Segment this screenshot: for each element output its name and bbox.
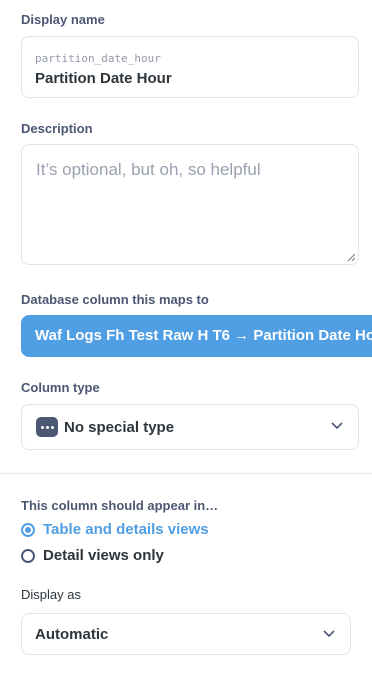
resize-handle-icon[interactable]: [347, 253, 355, 261]
radio-selected-icon[interactable]: [21, 523, 35, 537]
db-column-mapping-text: Waf Logs Fh Test Raw H T6 → Partition Da…: [35, 327, 372, 344]
radio-unselected-icon[interactable]: [21, 549, 35, 563]
display-as-value: Automatic: [35, 626, 109, 643]
display-name-label: Display name: [21, 12, 105, 27]
ellipsis-icon: [36, 417, 58, 437]
column-type-select[interactable]: No special type: [21, 404, 359, 450]
display-as-label: Display as: [21, 587, 81, 602]
db-column-label: Database column this maps to: [21, 292, 209, 307]
description-placeholder: It’s optional, but oh, so helpful: [36, 160, 261, 179]
visibility-label: This column should appear in…: [21, 498, 219, 513]
chevron-down-icon: [331, 422, 343, 430]
db-column-mapping-button[interactable]: Waf Logs Fh Test Raw H T6 → Partition Da…: [21, 315, 372, 357]
description-textarea[interactable]: It’s optional, but oh, so helpful: [21, 144, 359, 265]
option-label[interactable]: Detail views only: [43, 547, 164, 564]
display-name-field[interactable]: partition_date_hour Partition Date Hour: [21, 36, 359, 98]
column-type-value: No special type: [64, 419, 175, 436]
display-as-select[interactable]: Automatic: [21, 613, 351, 655]
description-label: Description: [21, 121, 93, 136]
display-name-input[interactable]: Partition Date Hour: [35, 70, 172, 87]
section-divider: [0, 473, 372, 474]
option-label[interactable]: Table and details views: [43, 521, 209, 538]
chevron-down-icon: [323, 630, 335, 638]
column-type-label: Column type: [21, 380, 100, 395]
field-name-code: partition_date_hour: [35, 52, 161, 65]
